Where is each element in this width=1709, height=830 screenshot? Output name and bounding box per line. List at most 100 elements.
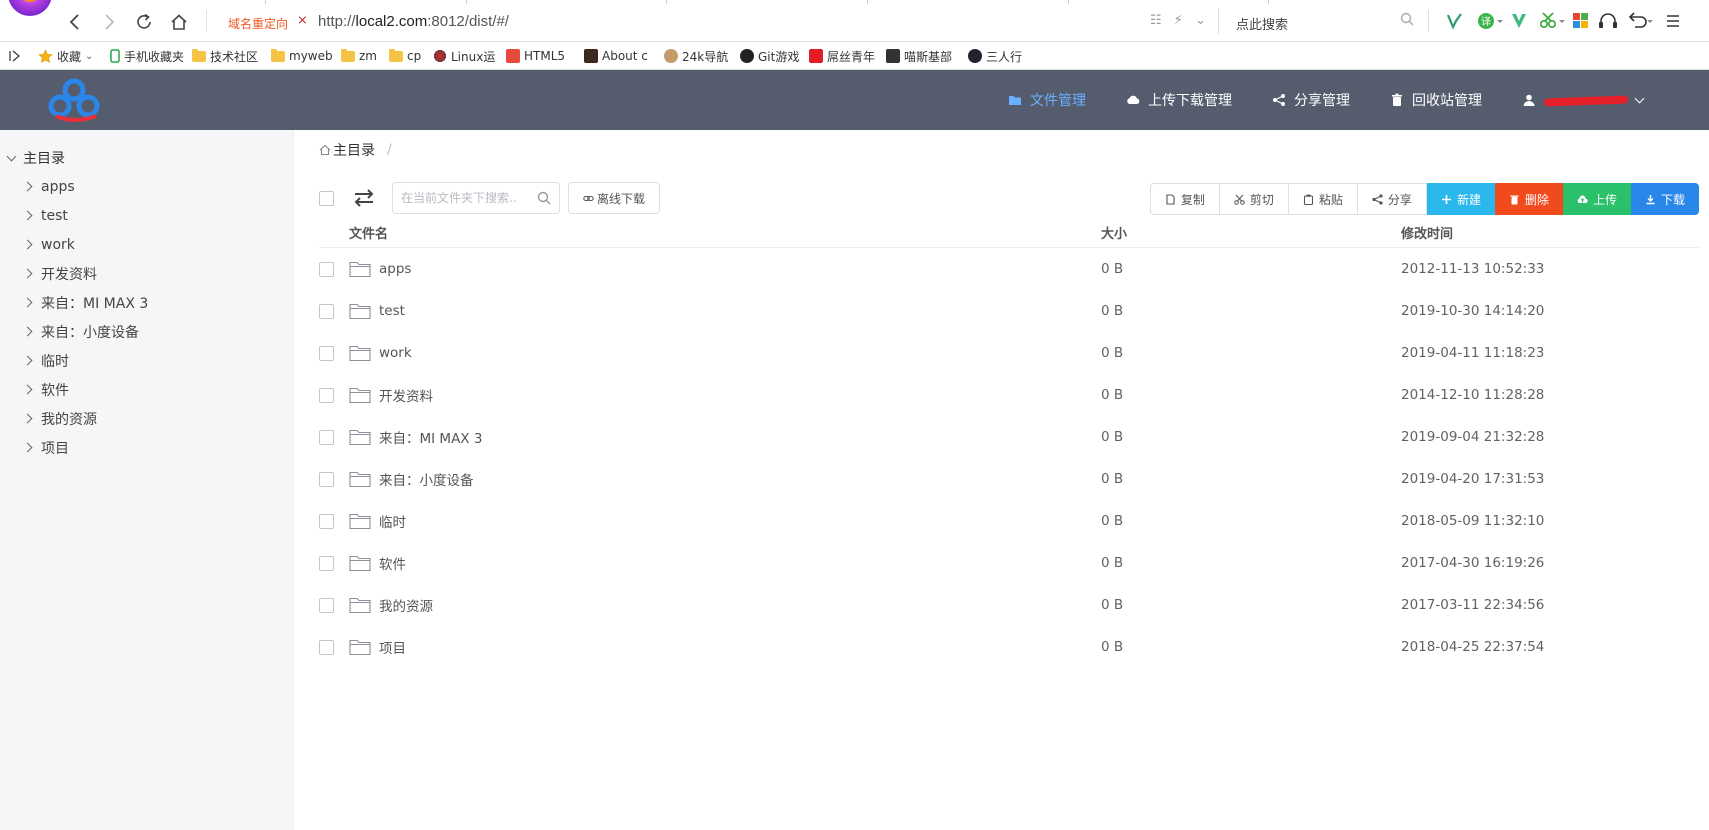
download-button[interactable]: 下载: [1630, 183, 1699, 215]
user-menu[interactable]: [1502, 70, 1709, 130]
chevron-right-icon[interactable]: [22, 297, 33, 308]
qr-icon[interactable]: ☷: [1150, 13, 1162, 28]
bookmark-item[interactable]: 24k导航: [664, 47, 728, 65]
search-icon[interactable]: [537, 191, 551, 205]
file-name[interactable]: test: [379, 303, 405, 319]
search-input[interactable]: [393, 183, 533, 213]
bookmark-item[interactable]: 喵斯基部: [886, 47, 952, 65]
browser-search-input[interactable]: 点此搜索: [1236, 14, 1288, 33]
home-icon[interactable]: [319, 144, 331, 156]
home-icon[interactable]: [170, 13, 188, 31]
chevron-right-icon[interactable]: [22, 326, 33, 337]
row-checkbox[interactable]: [319, 639, 334, 655]
tree-item[interactable]: 来自：MI MAX 3: [22, 288, 148, 317]
upload-button[interactable]: 上传: [1562, 183, 1631, 215]
table-row[interactable]: 软件 0 B 2017-04-30 16:19:26: [319, 542, 1699, 584]
tree-item[interactable]: 项目: [22, 433, 148, 462]
swap-icon[interactable]: [352, 188, 376, 208]
row-checkbox[interactable]: [319, 387, 334, 403]
app-logo[interactable]: [44, 76, 104, 124]
tree-item[interactable]: 临时: [22, 346, 148, 375]
column-header-name[interactable]: 文件名: [349, 223, 1101, 242]
chevron-right-icon[interactable]: [22, 239, 33, 250]
row-checkbox[interactable]: [319, 513, 334, 529]
column-header-size[interactable]: 大小: [1101, 223, 1401, 242]
table-row[interactable]: work 0 B 2019-04-11 11:18:23: [319, 332, 1699, 374]
back-icon[interactable]: [66, 13, 84, 31]
bookmark-item[interactable]: 三人行: [968, 47, 1022, 65]
paste-button[interactable]: 粘贴: [1287, 183, 1358, 215]
chevron-right-icon[interactable]: [22, 181, 33, 192]
table-row[interactable]: 临时 0 B 2018-05-09 11:32:10: [319, 500, 1699, 542]
column-header-time[interactable]: 修改时间: [1401, 223, 1699, 242]
row-checkbox[interactable]: [319, 471, 334, 487]
file-name[interactable]: 我的资源: [379, 595, 433, 615]
bookmark-item[interactable]: Linux运: [433, 47, 495, 65]
nav-recycle-bin[interactable]: 回收站管理: [1370, 70, 1502, 130]
chevron-right-icon[interactable]: [22, 355, 33, 366]
reload-icon[interactable]: [135, 13, 153, 31]
bookmark-item[interactable]: myweb: [271, 47, 333, 65]
copy-button[interactable]: 复制: [1149, 183, 1220, 215]
new-button[interactable]: 新建: [1426, 183, 1495, 215]
file-name[interactable]: 项目: [379, 637, 406, 657]
chevron-right-icon[interactable]: [22, 210, 33, 221]
bookmark-item[interactable]: About c: [584, 47, 648, 65]
bookmark-item[interactable]: 技术社区: [192, 47, 258, 65]
table-row[interactable]: 来自：MI MAX 3 0 B 2019-09-04 21:32:28: [319, 416, 1699, 458]
tree-item[interactable]: 我的资源: [22, 404, 148, 433]
chevron-down-icon[interactable]: [6, 151, 17, 161]
table-row[interactable]: test 0 B 2019-10-30 14:14:20: [319, 290, 1699, 332]
bookmark-item[interactable]: 收藏 ⌄: [38, 47, 93, 65]
tree-item[interactable]: apps: [22, 172, 148, 201]
offline-download-button[interactable]: 离线下载: [568, 182, 661, 214]
bookmark-item[interactable]: zm: [341, 47, 377, 65]
chevron-right-icon[interactable]: [22, 413, 33, 424]
select-all-checkbox[interactable]: [319, 190, 334, 206]
row-checkbox[interactable]: [319, 261, 334, 277]
forward-icon[interactable]: [100, 13, 118, 31]
extension-icons[interactable]: 译: [1445, 11, 1705, 31]
search-icon[interactable]: [1400, 12, 1414, 26]
row-checkbox[interactable]: [319, 555, 334, 571]
bookmark-item[interactable]: 屌丝青年: [809, 47, 875, 65]
row-checkbox[interactable]: [319, 597, 334, 613]
bookmark-item[interactable]: HTML5: [506, 47, 565, 65]
breadcrumb-root[interactable]: 主目录: [333, 140, 375, 160]
sidebar-toggle-icon[interactable]: [9, 50, 21, 62]
nav-file-management[interactable]: 文件管理: [988, 70, 1106, 130]
file-name[interactable]: 临时: [379, 511, 406, 531]
table-row[interactable]: 来自：小度设备 0 B 2019-04-20 17:31:53: [319, 458, 1699, 500]
row-checkbox[interactable]: [319, 345, 334, 361]
nav-transfer-management[interactable]: 上传下载管理: [1106, 70, 1252, 130]
tree-item[interactable]: 软件: [22, 375, 148, 404]
file-name[interactable]: 来自：小度设备: [379, 469, 474, 489]
file-name[interactable]: 开发资料: [379, 385, 433, 405]
chevron-right-icon[interactable]: [22, 384, 33, 395]
chevron-down-icon[interactable]: ⌄: [1195, 13, 1206, 28]
lightning-icon[interactable]: ⚡︎: [1174, 13, 1183, 28]
chevron-right-icon[interactable]: [22, 268, 33, 279]
file-name[interactable]: work: [379, 345, 412, 361]
tree-item[interactable]: 来自：小度设备: [22, 317, 148, 346]
table-row[interactable]: 我的资源 0 B 2017-03-11 22:34:56: [319, 584, 1699, 626]
file-name[interactable]: 来自：MI MAX 3: [379, 427, 482, 447]
file-name[interactable]: 软件: [379, 553, 406, 573]
cut-button[interactable]: 剪切: [1218, 183, 1289, 215]
tree-item[interactable]: 开发资料: [22, 259, 148, 288]
file-name[interactable]: apps: [379, 261, 411, 277]
tree-item[interactable]: test: [22, 201, 148, 230]
delete-button[interactable]: 删除: [1494, 183, 1563, 215]
bookmark-item[interactable]: Git游戏: [740, 47, 799, 65]
share-button[interactable]: 分享: [1356, 183, 1427, 215]
row-checkbox[interactable]: [319, 429, 334, 445]
bookmark-item[interactable]: cp: [389, 47, 421, 65]
row-checkbox[interactable]: [319, 303, 334, 319]
chevron-right-icon[interactable]: [22, 442, 33, 453]
table-row[interactable]: 项目 0 B 2018-04-25 22:37:54: [319, 626, 1699, 668]
table-row[interactable]: 开发资料 0 B 2014-12-10 11:28:28: [319, 374, 1699, 416]
tree-root[interactable]: 主目录: [6, 148, 65, 168]
nav-share-management[interactable]: 分享管理: [1252, 70, 1370, 130]
bookmark-item[interactable]: 手机收藏夹: [110, 47, 184, 65]
tree-item[interactable]: work: [22, 230, 148, 259]
